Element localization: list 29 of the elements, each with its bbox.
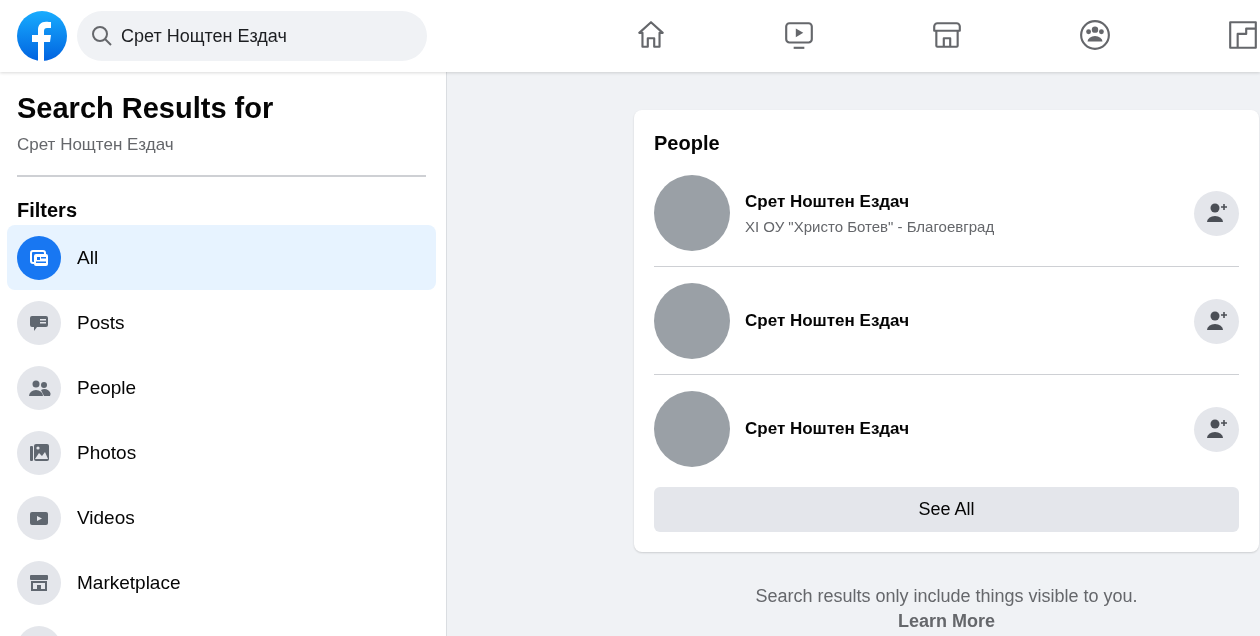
card-title: People <box>654 132 721 155</box>
person-subtitle: XI ОУ "Христо Ботев" - Благоевград <box>745 217 996 235</box>
filter-item[interactable]: People <box>7 355 436 420</box>
filter-item[interactable]: All <box>7 225 436 290</box>
learn-more-link[interactable]: Learn More <box>898 611 995 632</box>
add-friend-button[interactable] <box>1194 298 1239 344</box>
filter-item[interactable]: Photos <box>7 420 436 485</box>
home-icon <box>635 18 667 51</box>
add-friend-button[interactable] <box>1194 406 1239 452</box>
logo-icon[interactable] <box>17 11 67 61</box>
page-title: Search Results for <box>17 92 275 125</box>
visibility-note: Search results only include things visible to you. <box>755 586 1138 607</box>
add-friend-button[interactable] <box>1194 190 1239 236</box>
filter-item[interactable]: Marketplace <box>7 550 436 615</box>
add-person-icon <box>1204 417 1229 441</box>
person-name[interactable]: Срет Ноштен Ездач <box>745 419 1179 439</box>
filters-heading: Filters <box>17 199 79 222</box>
groups-icon <box>1079 18 1111 51</box>
see-all-button[interactable]: See All <box>654 487 1239 532</box>
add-person-icon <box>1204 309 1229 333</box>
person-name[interactable]: Срет Ноштен Ездач <box>745 191 1179 212</box>
person-name[interactable]: Срет Ноштен Ездач <box>745 311 1179 331</box>
square-frame-icon <box>1227 18 1259 51</box>
add-person-icon <box>1204 201 1229 225</box>
search-icon <box>91 25 113 47</box>
search-field[interactable]: Срет Нощтен Ездач <box>77 11 427 61</box>
filter-item[interactable]: Videos <box>7 485 436 550</box>
search-query: Срет Нощтен Ездач <box>17 135 175 155</box>
filter-item[interactable]: Posts <box>7 290 436 355</box>
